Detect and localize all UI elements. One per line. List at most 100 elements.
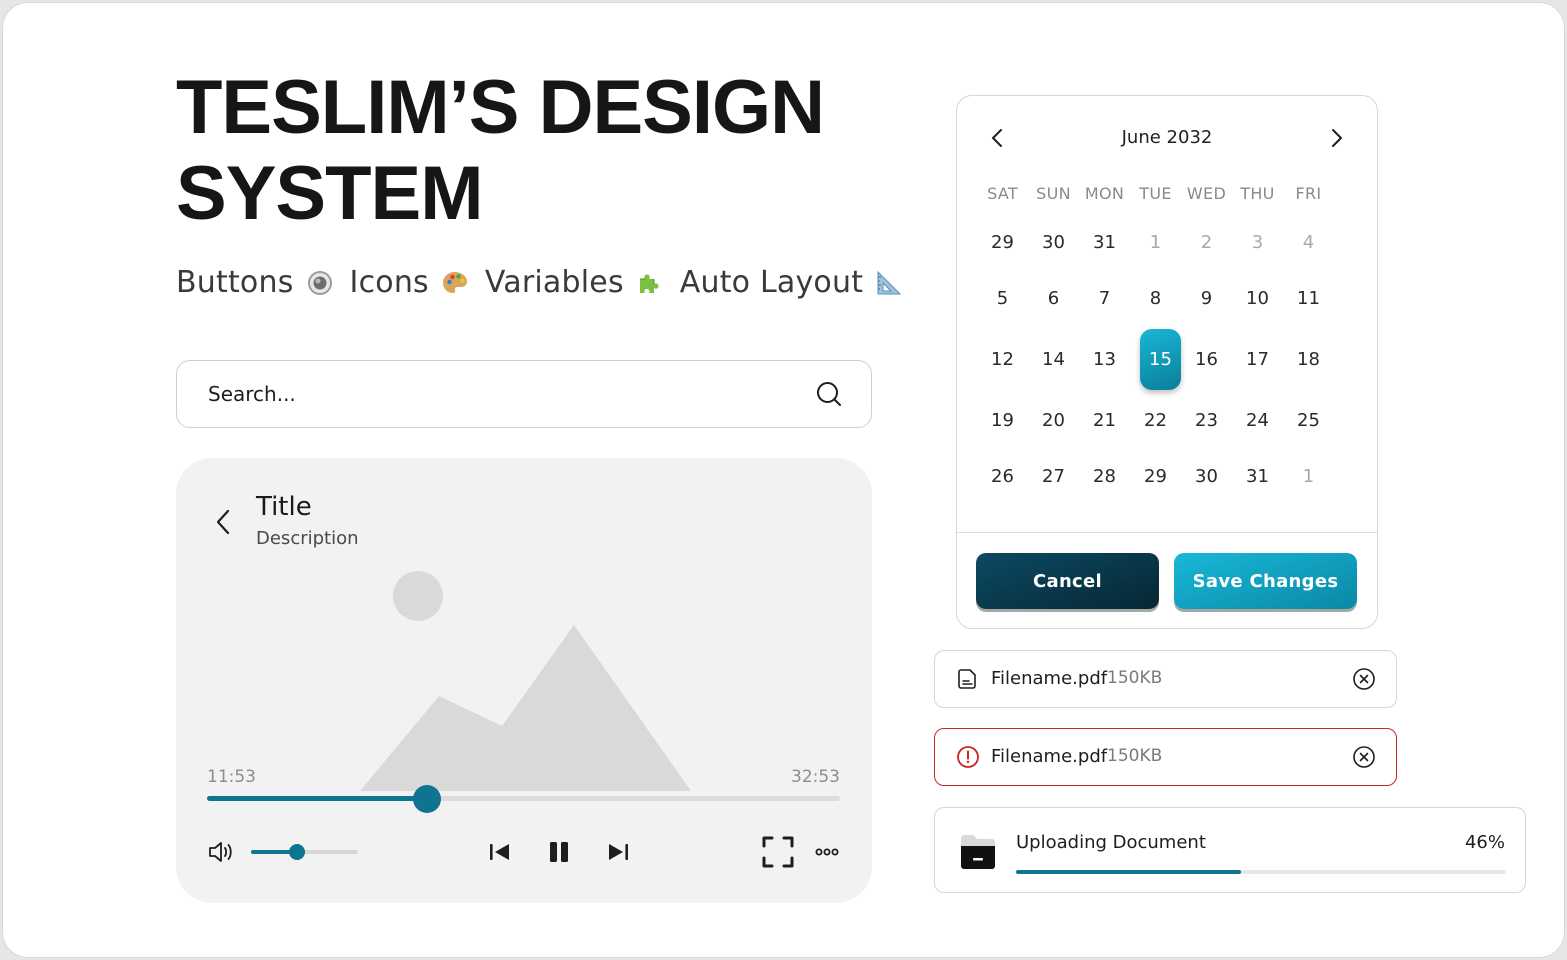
calendar-day[interactable]: 20 [1028,392,1079,448]
day-number: 29 [991,231,1014,253]
search-bar[interactable]: Search... [176,360,872,428]
day-number: 25 [1297,409,1320,431]
file-item[interactable]: Filename.pdf 150KB [934,650,1397,708]
search-icon[interactable] [815,380,843,408]
day-number: 21 [1093,409,1116,431]
calendar-day[interactable]: 31 [1079,214,1130,270]
calendar-day[interactable]: 24 [1232,392,1283,448]
palette-icon [442,271,467,293]
volume-icon[interactable] [207,839,235,865]
week-row: 19 20 21 22 23 24 25 [977,392,1337,448]
calendar-day[interactable]: 16 [1181,326,1232,392]
remove-file-icon[interactable] [1352,745,1376,769]
weekday-label: MON [1084,184,1125,203]
day-number: 19 [991,409,1014,431]
page-title: TESLIM’S DESIGN SYSTEM [176,65,896,237]
day-number: 29 [1144,465,1167,487]
day-number: 7 [1098,287,1111,309]
calendar-day[interactable]: 29 [1130,448,1181,504]
calendar-day[interactable]: 18 [1283,326,1334,392]
weekday-label: SUN [1036,184,1071,203]
chevron-right-icon[interactable] [1327,126,1347,150]
calendar-day[interactable]: 28 [1079,448,1130,504]
day-number: 14 [1042,348,1065,370]
document-icon [958,669,976,689]
calendar-day[interactable]: 1 [1130,214,1181,270]
calendar-day[interactable]: 23 [1181,392,1232,448]
search-input[interactable]: Search... [208,382,296,406]
day-number: 24 [1246,409,1269,431]
calendar-day[interactable]: 14 [1028,326,1079,392]
elapsed-time: 11:53 [207,767,256,787]
file-size: 150KB [1107,668,1163,688]
calendar-day[interactable]: 30 [1028,214,1079,270]
tag-auto-layout: Auto Layout [680,265,903,300]
back-arrow-icon[interactable] [212,506,234,538]
previous-track-button[interactable] [486,838,514,866]
calendar-day[interactable]: 17 [1232,326,1283,392]
page-title-line-1: TESLIM’S DESIGN [176,65,825,150]
calendar-day[interactable]: 8 [1130,270,1181,326]
fullscreen-icon [762,836,794,868]
calendar-day[interactable]: 3 [1232,214,1283,270]
feature-tags: Buttons Icons Variables Auto Layout [176,265,913,300]
divider [957,532,1377,533]
file-size: 150KB [1107,746,1163,766]
file-item-error[interactable]: Filename.pdf 150KB [934,728,1397,786]
calendar-day[interactable]: 13 [1079,326,1130,392]
volume-slider[interactable] [251,844,358,860]
calendar-day[interactable]: 29 [977,214,1028,270]
remove-file-icon[interactable] [1352,667,1376,691]
more-options-button[interactable] [813,838,841,866]
day-number: 18 [1297,348,1320,370]
calendar-day[interactable]: 12 [977,326,1028,392]
calendar-day[interactable]: 5 [977,270,1028,326]
pause-button[interactable] [545,838,573,866]
calendar-day[interactable]: 30 [1181,448,1232,504]
upload-progress-bar [1016,870,1506,874]
seek-bar[interactable] [207,785,840,813]
tag-icons: Icons [350,265,469,300]
calendar-day[interactable]: 22 [1130,392,1181,448]
day-number: 1 [1302,465,1315,487]
save-changes-button[interactable]: Save Changes [1174,553,1357,609]
fullscreen-button[interactable] [761,835,795,869]
calendar-day[interactable]: 2 [1181,214,1232,270]
next-track-button[interactable] [604,838,632,866]
calendar-day-selected[interactable]: 15 [1130,326,1181,392]
calendar-day[interactable]: 1 [1283,448,1334,504]
calendar-day[interactable]: 9 [1181,270,1232,326]
day-number: 22 [1144,409,1167,431]
calendar-day[interactable]: 4 [1283,214,1334,270]
calendar-day[interactable]: 26 [977,448,1028,504]
seek-progress [207,796,428,801]
volume-handle[interactable] [289,844,305,860]
week-row: 29 30 31 1 2 3 4 [977,214,1337,270]
calendar-day[interactable]: 31 [1232,448,1283,504]
calendar-day[interactable]: 25 [1283,392,1334,448]
calendar-day[interactable]: 10 [1232,270,1283,326]
day-number: 30 [1042,231,1065,253]
tag-label: Auto Layout [679,265,864,300]
upload-label: Uploading Document [1016,832,1206,853]
calendar-day[interactable]: 27 [1028,448,1079,504]
total-duration: 32:53 [791,767,840,787]
error-icon [957,746,979,768]
calendar-day[interactable]: 21 [1079,392,1130,448]
day-number: 2 [1200,231,1213,253]
tag-label: Variables [484,265,624,300]
weekday-label: WED [1186,184,1227,203]
calendar-month: June 2032 [1121,127,1213,148]
cancel-button[interactable]: Cancel [976,553,1159,609]
day-number: 12 [991,348,1014,370]
calendar-day[interactable]: 11 [1283,270,1334,326]
weekday-label: FRI [1295,184,1322,203]
calendar-day[interactable]: 7 [1079,270,1130,326]
day-number: 4 [1302,231,1315,253]
calendar-day[interactable]: 19 [977,392,1028,448]
triangular-ruler-icon [877,270,902,294]
day-number: 6 [1047,287,1060,309]
day-number: 15 [1140,328,1181,390]
pause-icon [550,842,568,862]
calendar-day[interactable]: 6 [1028,270,1079,326]
